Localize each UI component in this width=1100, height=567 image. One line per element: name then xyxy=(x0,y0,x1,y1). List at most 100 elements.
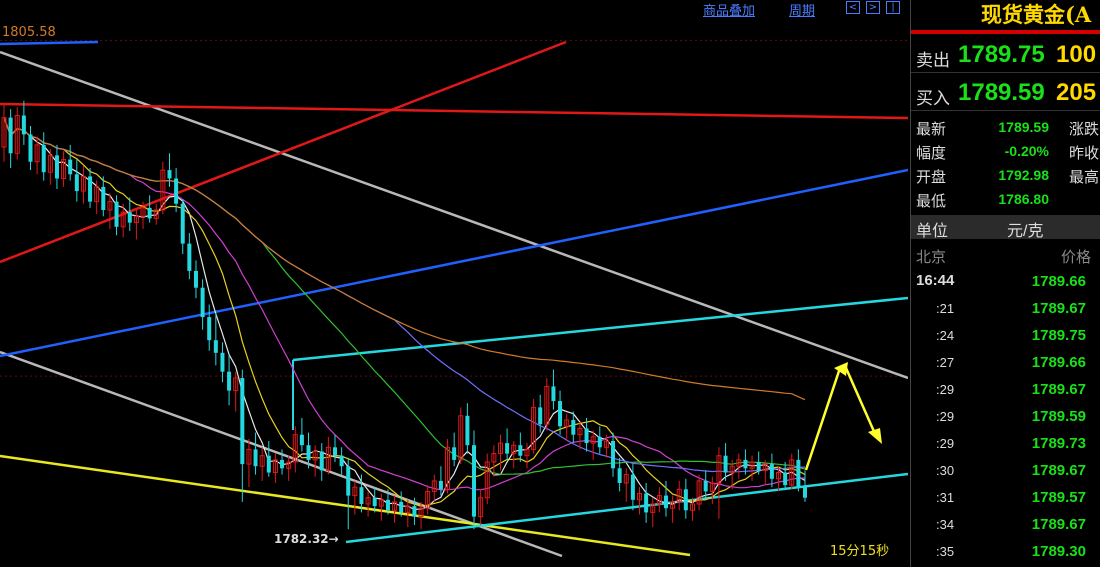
tick-row: :24 1789.75 xyxy=(911,322,1100,349)
info-row-low: 最低 1786.80 xyxy=(911,188,1100,210)
tick-row: :29 1789.59 xyxy=(911,403,1100,430)
buy-row[interactable]: 买入 1789.59 205 xyxy=(911,76,1100,111)
low-price-label: 1782.32→ xyxy=(274,532,339,546)
candle-body xyxy=(385,499,390,511)
tick-price: 1789.73 xyxy=(1031,435,1086,452)
candle-body xyxy=(332,447,337,456)
candle-body xyxy=(743,459,748,469)
candle-body xyxy=(617,468,622,483)
forecast-up-line xyxy=(804,367,842,471)
candle-body xyxy=(253,449,258,467)
candle-body xyxy=(21,115,26,135)
forecast-down-line xyxy=(844,367,878,437)
candle-body xyxy=(319,451,324,471)
tick-time: :29 xyxy=(936,382,955,397)
candle-body xyxy=(280,459,285,469)
candle-body xyxy=(88,176,93,202)
candle-body xyxy=(240,378,245,465)
candle-body xyxy=(597,436,602,448)
trendline-blue-short xyxy=(0,40,99,46)
candle-body xyxy=(630,474,635,500)
candle-body xyxy=(8,117,13,154)
candle-body xyxy=(346,466,351,496)
tick-row: :31 1789.57 xyxy=(911,484,1100,511)
tick-time: :34 xyxy=(936,517,955,532)
tick-price: 1789.67 xyxy=(1031,516,1086,533)
candle-body xyxy=(723,455,728,473)
candle-body xyxy=(68,159,73,175)
candle-body xyxy=(167,170,172,179)
candle-body xyxy=(187,243,192,271)
candle-body xyxy=(783,472,788,486)
sell-label: 卖出 xyxy=(916,51,950,70)
tick-time: 16:44 xyxy=(916,272,955,289)
quote-panel: 现货黄金(A 卖出 1789.75 100 买入 1789.59 205 最新 … xyxy=(910,0,1100,567)
buy-quantity: 205 xyxy=(1056,79,1097,106)
candle-body xyxy=(756,462,761,471)
candle-body xyxy=(769,464,774,479)
arrow-down-icon xyxy=(868,428,882,444)
candle-body xyxy=(472,445,477,517)
info-key: 幅度 xyxy=(916,145,947,162)
nav-right-icon[interactable]: > xyxy=(866,1,880,14)
candle-body xyxy=(683,489,688,511)
sell-price: 1789.75 xyxy=(958,41,1045,68)
candle-body xyxy=(54,155,59,179)
overlay-button[interactable]: 商品叠加 xyxy=(703,0,755,19)
candle-body xyxy=(127,212,132,223)
info-row-open: 开盘 1792.98 最高 xyxy=(911,164,1100,186)
info-value: -0.20% xyxy=(1004,143,1049,159)
candle-body xyxy=(438,480,443,490)
candle-body xyxy=(372,497,377,507)
sell-row[interactable]: 卖出 1789.75 100 xyxy=(911,38,1100,73)
candle-body xyxy=(193,270,198,288)
nav-end-icon[interactable]: | xyxy=(886,1,900,14)
tick-price: 1789.75 xyxy=(1031,327,1086,344)
tick-time: :35 xyxy=(936,544,955,559)
sell-quantity: 100 xyxy=(1056,41,1097,68)
candle-body xyxy=(703,480,708,492)
chart-canvas[interactable] xyxy=(0,0,908,567)
period-button[interactable]: 周期 xyxy=(789,0,815,19)
unit-row: 单位 元/克 xyxy=(911,215,1100,240)
title-underline xyxy=(911,30,1100,34)
tick-price: 1789.59 xyxy=(1031,408,1086,425)
tick-price: 1789.57 xyxy=(1031,489,1086,506)
tick-time: :29 xyxy=(936,436,955,451)
ma40-line xyxy=(3,117,806,476)
kline-chart[interactable]: 1805.58 1782.32→ 15分15秒 商品叠加 周期 < > | xyxy=(0,0,908,567)
candle-body xyxy=(227,371,232,391)
nav-left-icon[interactable]: < xyxy=(846,1,860,14)
candle-body xyxy=(180,203,185,244)
tick-row: 16:44 1789.66 xyxy=(911,268,1100,295)
candle-body xyxy=(505,443,510,454)
candle-body xyxy=(452,447,457,460)
candle-body xyxy=(266,455,271,473)
candle-body xyxy=(359,487,364,504)
candle-body xyxy=(220,352,225,372)
countdown-timer: 15分15秒 xyxy=(830,544,890,559)
info-key: 最低 xyxy=(916,193,947,210)
info-key-secondary: 最高 xyxy=(1069,169,1100,186)
tick-price: 1789.66 xyxy=(1031,273,1086,290)
high-price-label: 1805.58 xyxy=(2,25,56,40)
tick-price: 1789.66 xyxy=(1031,354,1086,371)
ma5-line xyxy=(3,117,806,511)
tick-time: :31 xyxy=(936,490,955,505)
candle-body xyxy=(558,401,563,427)
candle-body xyxy=(644,493,649,513)
ma20-line xyxy=(3,117,806,491)
unit-value: 元/克 xyxy=(1007,223,1044,240)
tick-row: :29 1789.67 xyxy=(911,376,1100,403)
info-key: 开盘 xyxy=(916,169,947,186)
candle-body xyxy=(41,144,46,173)
info-key-secondary: 涨跌 xyxy=(1069,121,1100,138)
info-key: 最新 xyxy=(916,121,947,138)
tick-row: :30 1789.67 xyxy=(911,457,1100,484)
candle-body xyxy=(518,445,523,456)
tick-time: :24 xyxy=(936,328,955,343)
tick-table-header: 北京 价格 xyxy=(911,244,1100,268)
ma60-line xyxy=(3,117,806,473)
info-value: 1786.80 xyxy=(998,191,1049,207)
trendline-yellow xyxy=(0,454,691,557)
